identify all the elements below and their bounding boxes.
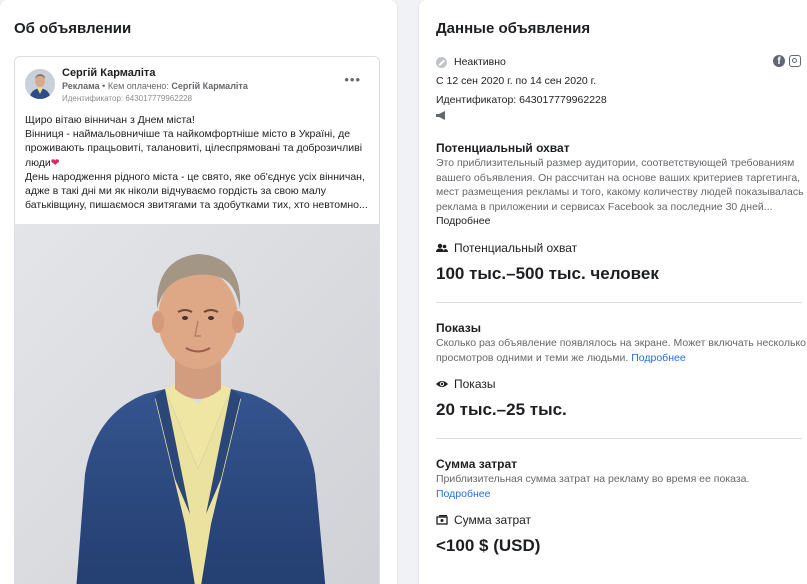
- reach-more-link[interactable]: Подробнее: [436, 215, 490, 227]
- spend-metric-value: <100 $ (USD): [436, 536, 541, 555]
- reach-metric-label: Потенциальный охват: [436, 241, 577, 255]
- page-name[interactable]: Сергій Кармаліта: [62, 67, 155, 79]
- cash-icon: [436, 515, 448, 525]
- avatar[interactable]: [25, 69, 55, 99]
- impressions-metric-value: 20 тыс.–25 тыс.: [436, 400, 567, 419]
- impressions-metric-text: Показы: [454, 377, 496, 391]
- spend-metric-label: Сумма затрат: [436, 513, 531, 527]
- megaphone-icon: [436, 111, 445, 120]
- ad-id: Идентификатор: 643017779962228: [62, 94, 193, 103]
- paid-by-name: Сергій Кармаліта: [171, 81, 248, 91]
- ad-id-right: Идентификатор: 643017779962228: [436, 94, 607, 106]
- spend-metric-text: Сумма затрат: [454, 513, 532, 527]
- ad-details-panel: Данные объявления Неактивно f С 12 сен 2…: [419, 0, 807, 584]
- reach-title: Потенциальный охват: [436, 141, 570, 155]
- about-ad-title: Об объявлении: [14, 20, 132, 37]
- ad-header: Сергій Кармаліта Реклама • Кем оплачено:…: [15, 57, 379, 109]
- inactive-icon: [436, 56, 447, 68]
- divider: [436, 302, 802, 303]
- facebook-icon: f: [773, 55, 785, 67]
- reach-metric-text: Потенциальный охват: [454, 241, 578, 255]
- impressions-metric-label: Показы: [436, 377, 495, 391]
- ad-text-line: Щиро вітаю вінничан з Днем міста!: [25, 114, 195, 126]
- sponsored-label: Реклама: [62, 81, 100, 91]
- platform-icons: f: [773, 55, 801, 67]
- reach-metric-value: 100 тыс.–500 тыс. человек: [436, 264, 659, 283]
- divider: [436, 438, 802, 439]
- status-text: Неактивно: [454, 56, 506, 68]
- heart-icon: ❤: [50, 156, 60, 169]
- people-icon: [436, 243, 448, 252]
- ad-text-line: Вінниця - наймальовничіше та найкомфортн…: [25, 128, 363, 169]
- spend-description: Приблизительная сумма затрат на рекламу …: [436, 473, 750, 485]
- ad-text-line: День народження рідного міста - це свято…: [25, 170, 368, 212]
- impressions-description: Сколько раз объявление появлялось на экр…: [436, 337, 807, 364]
- paid-by-prefix: • Кем оплачено:: [99, 81, 172, 91]
- about-ad-panel: Об объявлении Сергій Кармаліта Реклама •…: [0, 0, 397, 584]
- spend-title: Сумма затрат: [436, 457, 518, 471]
- impressions-more-link[interactable]: Подробнее: [631, 352, 685, 364]
- ad-image[interactable]: [15, 224, 379, 584]
- ad-text: Щиро вітаю вінничан з Днем міста! Вінниц…: [25, 113, 375, 212]
- status-row: Неактивно: [436, 56, 506, 68]
- eye-icon: [436, 381, 448, 387]
- reach-description: Это приблизительный размер аудитории, со…: [436, 157, 804, 213]
- impressions-title: Показы: [436, 321, 481, 335]
- sponsor-line: Реклама • Кем оплачено: Сергій Кармаліта: [62, 81, 248, 91]
- date-range: С 12 сен 2020 г. по 14 сен 2020 г.: [436, 75, 597, 87]
- ad-details-title: Данные объявления: [436, 20, 591, 37]
- spend-more-link[interactable]: Подробнее: [436, 488, 490, 500]
- ad-preview-card: Сергій Кармаліта Реклама • Кем оплачено:…: [14, 56, 380, 584]
- instagram-icon: [789, 55, 801, 67]
- more-horizontal-icon[interactable]: •••: [344, 73, 361, 86]
